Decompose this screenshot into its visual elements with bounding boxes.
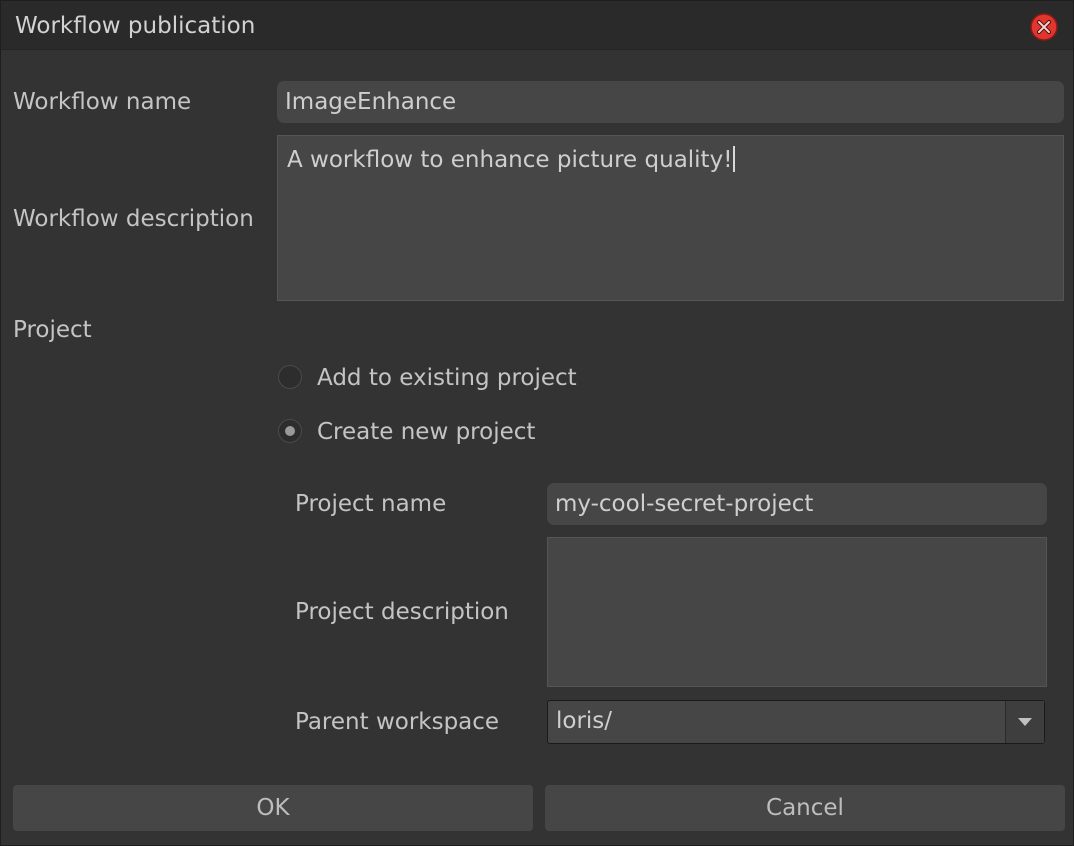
workflow-description-textarea[interactable]: A workflow to enhance picture quality!	[277, 135, 1064, 301]
parent-workspace-select[interactable]: loris/	[547, 700, 1045, 744]
workflow-name-label: Workflow name	[13, 89, 192, 115]
project-name-label: Project name	[295, 491, 447, 517]
parent-workspace-value: loris/	[556, 708, 613, 734]
ok-button[interactable]: OK	[13, 785, 533, 831]
workflow-name-input[interactable]: ImageEnhance	[277, 81, 1064, 123]
workflow-publication-dialog: Workflow publication Workflow name Image…	[0, 0, 1074, 846]
window-title: Workflow publication	[15, 13, 256, 39]
title-bar: Workflow publication	[1, 1, 1073, 50]
chevron-down-icon[interactable]	[1005, 701, 1044, 743]
workflow-description-value: A workflow to enhance picture quality!	[287, 147, 733, 173]
create-new-project-label[interactable]: Create new project	[317, 419, 535, 445]
create-new-project-radio[interactable]	[278, 419, 302, 443]
add-existing-project-radio[interactable]	[278, 365, 302, 389]
project-description-label: Project description	[295, 599, 509, 625]
close-icon[interactable]	[1030, 13, 1058, 41]
workflow-name-value: ImageEnhance	[285, 89, 457, 115]
project-name-input[interactable]: my-cool-secret-project	[547, 483, 1047, 525]
workflow-description-label: Workflow description	[13, 206, 254, 232]
parent-workspace-label: Parent workspace	[295, 709, 500, 735]
project-description-textarea[interactable]	[547, 537, 1047, 687]
add-existing-project-label[interactable]: Add to existing project	[317, 365, 577, 391]
project-name-value: my-cool-secret-project	[555, 491, 814, 517]
project-label: Project	[13, 317, 92, 343]
cancel-button[interactable]: Cancel	[545, 785, 1065, 831]
text-caret	[733, 146, 736, 172]
